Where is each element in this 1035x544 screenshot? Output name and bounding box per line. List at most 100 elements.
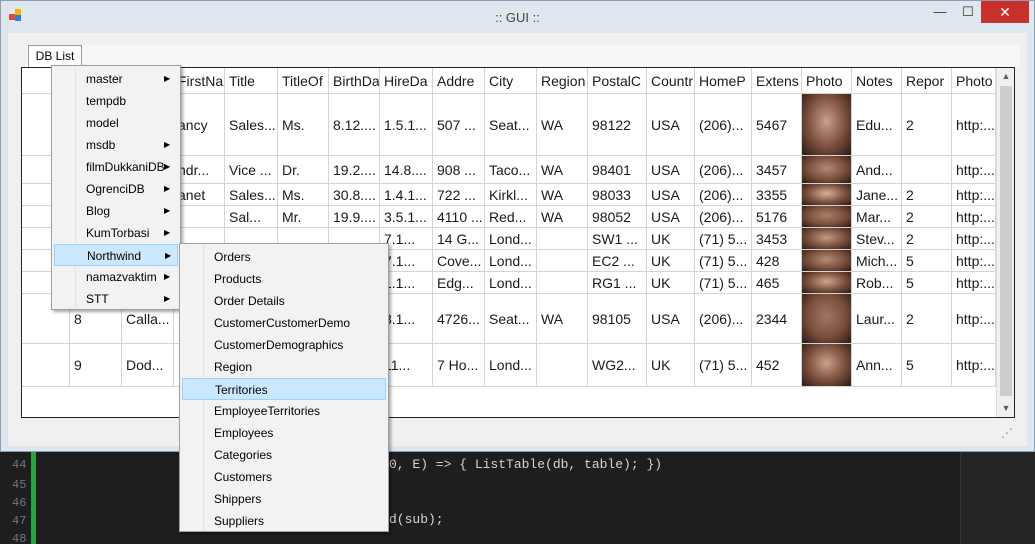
table-cell[interactable]: ancy (174, 94, 225, 156)
column-header[interactable]: Title (225, 68, 278, 94)
table-cell[interactable]: 452 (752, 344, 802, 387)
table-cell[interactable]: 98122 (588, 94, 647, 156)
db-menu-item-msdb[interactable]: msdb ▶ (54, 134, 178, 156)
table-cell[interactable]: 428 (752, 250, 802, 272)
table-cell[interactable]: Ms. (278, 184, 329, 206)
db-menu-item-namazvaktim[interactable]: namazvaktim ▶ (54, 266, 178, 288)
table-menu-item-customercustomerdemo[interactable]: CustomerCustomerDemo (182, 312, 386, 334)
table-cell[interactable]: http:... (952, 250, 996, 272)
table-cell[interactable]: (206)... (695, 94, 752, 156)
table-cell[interactable]: 98401 (588, 156, 647, 184)
column-header[interactable]: Extens (752, 68, 802, 94)
table-cell[interactable]: Sal... (225, 206, 278, 228)
table-cell[interactable]: 3355 (752, 184, 802, 206)
table-cell[interactable]: 2 (902, 228, 952, 250)
table-cell[interactable]: Mich... (852, 250, 902, 272)
table-cell[interactable]: http:... (952, 156, 996, 184)
table-cell[interactable]: Lond... (485, 228, 537, 250)
column-header[interactable]: Repor (902, 68, 952, 94)
table-cell[interactable]: 2 (902, 94, 952, 156)
table-cell[interactable]: Kirkl... (485, 184, 537, 206)
table-cell[interactable]: RG1 ... (588, 272, 647, 294)
table-cell[interactable]: http:... (952, 294, 996, 344)
table-menu-item-customers[interactable]: Customers (182, 466, 386, 488)
table-cell[interactable]: 19.2.... (329, 156, 380, 184)
table-cell[interactable]: USA (647, 294, 695, 344)
table-cell[interactable]: 5 (902, 250, 952, 272)
table-cell[interactable]: 19.9.... (329, 206, 380, 228)
table-cell[interactable]: 4110 ... (433, 206, 485, 228)
table-cell[interactable] (537, 272, 588, 294)
table-cell[interactable]: ndr... (174, 156, 225, 184)
table-cell[interactable]: 5 (902, 272, 952, 294)
table-menu-item-employeeterritories[interactable]: EmployeeTerritories (182, 400, 386, 422)
table-cell[interactable]: WA (537, 184, 588, 206)
table-cell[interactable]: Lond... (485, 272, 537, 294)
table-cell[interactable]: http:... (952, 184, 996, 206)
db-menu-item-blog[interactable]: Blog ▶ (54, 200, 178, 222)
table-cell[interactable]: 465 (752, 272, 802, 294)
table-menu-item-customerdemographics[interactable]: CustomerDemographics (182, 334, 386, 356)
table-cell[interactable]: Red... (485, 206, 537, 228)
table-menu-item-territories[interactable]: Territories (182, 378, 386, 400)
db-menu-item-ogrencidb[interactable]: OgrenciDB ▶ (54, 178, 178, 200)
table-cell[interactable]: 908 ... (433, 156, 485, 184)
table-cell[interactable]: UK (647, 228, 695, 250)
column-header[interactable]: Photo (952, 68, 996, 94)
table-cell[interactable]: 7 Ho... (433, 344, 485, 387)
table-cell[interactable]: 2 (902, 206, 952, 228)
table-cell[interactable]: 507 ... (433, 94, 485, 156)
table-menu-item-categories[interactable]: Categories (182, 444, 386, 466)
table-cell[interactable]: 2 (902, 184, 952, 206)
column-header[interactable]: HomeP (695, 68, 752, 94)
table-cell[interactable]: 4726... (433, 294, 485, 344)
db-menu-item-stt[interactable]: STT ▶ (54, 288, 178, 310)
db-list-menu[interactable]: DB List (28, 45, 82, 67)
table-cell[interactable]: USA (647, 206, 695, 228)
table-menu-item-employees[interactable]: Employees (182, 422, 386, 444)
table-cell[interactable] (537, 250, 588, 272)
table-cell[interactable]: 14 G... (433, 228, 485, 250)
table-cell[interactable]: Seat... (485, 294, 537, 344)
column-header[interactable]: BirthDa (329, 68, 380, 94)
table-cell[interactable]: Stev... (852, 228, 902, 250)
table-cell[interactable]: 2344 (752, 294, 802, 344)
column-header[interactable]: Addre (433, 68, 485, 94)
scroll-thumb[interactable] (1000, 86, 1012, 396)
table-cell[interactable]: Cove... (433, 250, 485, 272)
table-cell[interactable]: 14.8.... (380, 156, 433, 184)
column-header[interactable]: HireDa (380, 68, 433, 94)
table-cell[interactable]: WA (537, 206, 588, 228)
table-cell[interactable]: 8.12.... (329, 94, 380, 156)
table-cell[interactable]: (206)... (695, 156, 752, 184)
db-menu-item-master[interactable]: master ▶ (54, 68, 178, 90)
table-menu-item-region[interactable]: Region (182, 356, 386, 378)
table-cell[interactable]: 722 ... (433, 184, 485, 206)
column-header[interactable]: Region (537, 68, 588, 94)
table-cell[interactable]: Lond... (485, 344, 537, 387)
table-cell[interactable]: And... (852, 156, 902, 184)
table-cell[interactable]: http:... (952, 344, 996, 387)
table-cell[interactable]: (206)... (695, 294, 752, 344)
table-menu-item-shippers[interactable]: Shippers (182, 488, 386, 510)
table-cell[interactable]: Mr. (278, 206, 329, 228)
column-header[interactable]: Countr (647, 68, 695, 94)
scroll-up-icon[interactable]: ▲ (997, 71, 1014, 81)
table-menu-item-order-details[interactable]: Order Details (182, 290, 386, 312)
table-cell[interactable]: (71) 5... (695, 228, 752, 250)
close-button[interactable]: ✕ (981, 1, 1029, 23)
table-cell[interactable]: 30.8.... (329, 184, 380, 206)
table-cell[interactable]: 3.5.1... (380, 206, 433, 228)
db-menu-item-model[interactable]: model (54, 112, 178, 134)
vertical-scrollbar[interactable]: ▲ ▼ (996, 68, 1014, 417)
column-header[interactable]: Notes (852, 68, 902, 94)
table-cell[interactable]: 1.5.1... (380, 94, 433, 156)
table-cell[interactable]: UK (647, 272, 695, 294)
table-cell[interactable]: http:... (952, 94, 996, 156)
table-cell[interactable] (537, 344, 588, 387)
table-cell[interactable]: 3453 (752, 228, 802, 250)
table-cell[interactable]: USA (647, 184, 695, 206)
table-cell[interactable]: (206)... (695, 206, 752, 228)
scroll-down-icon[interactable]: ▼ (997, 403, 1014, 413)
table-cell[interactable]: WA (537, 156, 588, 184)
